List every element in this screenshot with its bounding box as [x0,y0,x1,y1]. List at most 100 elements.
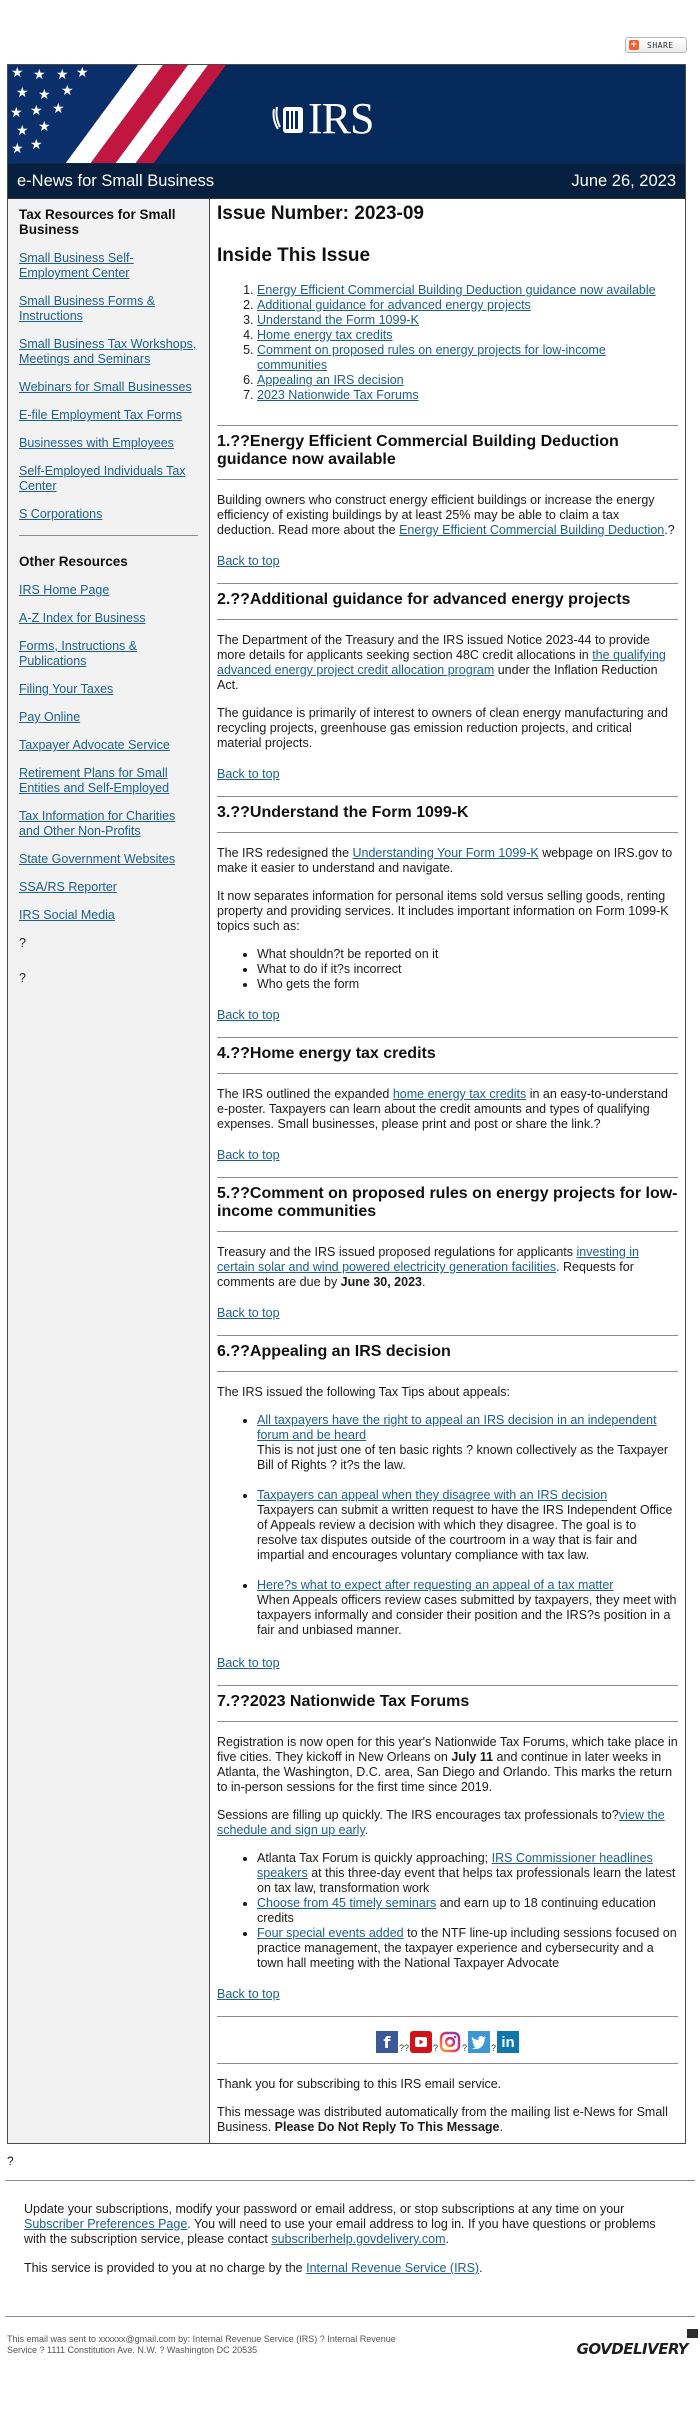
tax-tips-list: All taxpayers have the right to appeal a… [217,1413,678,1638]
section-divider [217,583,678,584]
share-button[interactable]: + SHARE [625,37,687,53]
sidebar-link[interactable]: Taxpayer Advocate Service [19,738,198,753]
toc-link[interactable]: Additional guidance for advanced energy … [257,298,531,312]
back-to-top-link[interactable]: Back to top [217,554,280,568]
section-paragraph: Building owners who construct energy eff… [217,493,678,538]
list-item: What to do if it?s incorrect [257,962,678,977]
article-link[interactable]: Understanding Your Form 1099-K [353,846,539,860]
section-title: 6.??Appealing an IRS decision [217,1343,451,1360]
sidebar-link[interactable]: Pay Online [19,710,198,725]
sidebar-link[interactable]: E-file Employment Tax Forms [19,408,198,423]
separator: ? [491,2043,497,2053]
instagram-icon[interactable] [439,2031,461,2053]
text: Sessions are filling up quickly. The IRS… [217,1808,619,1822]
header-banner: ★ ★ ★ ★ ★ ★ ★ ★ ★ ★ ★ ★ ★ ★ IRS [8,65,685,164]
facebook-icon[interactable]: f [375,2031,398,2053]
back-to-top-link[interactable]: Back to top [217,1008,280,1022]
sidebar-link[interactable]: IRS Home Page [19,583,198,598]
do-not-reply-text: Please Do Not Reply To This Message [274,2120,500,2134]
back-to-top-link[interactable]: Back to top [217,1148,280,1162]
list-item: Who gets the form [257,977,678,992]
toc-item: Understand the Form 1099-K [257,313,678,328]
thank-you-text: Thank you for subscribing to this IRS em… [217,2077,502,2091]
section-paragraph: The guidance is primarily of interest to… [217,706,668,750]
sidebar-link[interactable]: Self-Employed Individuals Tax Center [19,464,198,494]
section-paragraph: Registration is now open for this year's… [217,1735,678,1795]
back-to-top-link[interactable]: Back to top [217,1656,280,1670]
back-to-top-link[interactable]: Back to top [217,1987,280,2001]
forum-link[interactable]: Choose from 45 timely seminars [257,1896,436,1910]
youtube-icon[interactable] [409,2031,432,2053]
linkedin-icon[interactable]: in [497,2031,520,2053]
sidebar-link[interactable]: Filing Your Taxes [19,682,198,697]
main-content: Issue Number: 2023-09 Inside This Issue … [210,199,685,2143]
envelope-icon [687,2329,698,2338]
sidebar-link[interactable]: State Government Websites [19,852,198,867]
sidebar-link[interactable]: Small Business Forms & Instructions [19,294,198,324]
deadline-date: June 30, 2023 [340,1275,422,1289]
section-divider [217,479,678,480]
issue-number: Issue Number: 2023-09 [217,203,424,224]
text: . [479,2261,483,2275]
list-item: Four special events added to the NTF lin… [257,1926,678,1971]
text: .? [664,523,675,537]
share-area: + SHARE [0,0,700,64]
separator: ? [432,2043,438,2053]
text: Update your subscriptions, modify your p… [24,2202,625,2216]
section-divider [217,796,678,797]
list-item: Taxpayers can appeal when they disagree … [257,1488,678,1563]
toc-link[interactable]: Appealing an IRS decision [257,373,404,387]
tax-tip-link[interactable]: Here?s what to expect after requesting a… [257,1578,613,1592]
govdelivery-logo[interactable]: GOVDELIVERY [577,2329,698,2358]
sidebar-link[interactable]: Webinars for Small Businesses [19,380,198,395]
sidebar-link[interactable]: Small Business Tax Workshops, Meetings a… [19,337,198,367]
sidebar-link[interactable]: SSA/RS Reporter [19,880,198,895]
toc-link[interactable]: Understand the Form 1099-K [257,313,419,327]
sidebar-link[interactable]: Small Business Self-Employment Center [19,251,198,281]
list-item: Choose from 45 timely seminars and earn … [257,1896,678,1926]
tax-tip-link[interactable]: All taxpayers have the right to appeal a… [257,1413,657,1442]
list-item: All taxpayers have the right to appeal a… [257,1413,678,1473]
irs-logo: IRS [270,97,374,141]
sidebar-link[interactable]: S Corporations [19,507,198,522]
subscriber-preferences-link[interactable]: Subscriber Preferences Page [24,2217,187,2231]
svg-text:★: ★ [76,65,89,81]
sidebar-link[interactable]: Forms, Instructions & Publications [19,639,198,669]
camera-icon [439,2031,461,2053]
sidebar-link[interactable]: Retirement Plans for Small Entities and … [19,766,198,796]
toc-item: Additional guidance for advanced energy … [257,298,678,313]
section-divider [217,1721,678,1722]
toc-link[interactable]: 2023 Nationwide Tax Forums [257,388,419,402]
section-divider [217,1177,678,1178]
toc-link[interactable]: Home energy tax credits [257,328,392,342]
distribution-notice: This message was distributed automatical… [217,2105,678,2135]
sidebar-link[interactable]: Businesses with Employees [19,436,198,451]
section-paragraph: It now separates information for persona… [217,889,669,933]
article-link[interactable]: Energy Efficient Commercial Building Ded… [399,523,664,537]
svg-text:★: ★ [33,67,46,83]
svg-text:★: ★ [16,123,29,139]
irs-link[interactable]: Internal Revenue Service (IRS) [306,2261,479,2275]
section-divider [217,619,678,620]
section-paragraph: The IRS outlined the expanded home energ… [217,1087,678,1132]
forum-link[interactable]: Four special events added [257,1926,404,1940]
back-to-top-link[interactable]: Back to top [217,767,280,781]
text: This service is provided to you at no ch… [24,2261,307,2275]
text: . [499,2120,503,2134]
tax-tip-link[interactable]: Taxpayers can appeal when they disagree … [257,1488,607,1502]
twitter-icon[interactable] [468,2031,491,2053]
subscriber-help-link[interactable]: subscriberhelp.govdelivery.com [271,2232,445,2246]
forum-list: Atlanta Tax Forum is quickly approaching… [217,1851,678,1971]
svg-text:★: ★ [30,103,43,119]
sidebar-link[interactable]: A-Z Index for Business [19,611,198,626]
back-to-top-link[interactable]: Back to top [217,1306,280,1320]
article-link[interactable]: home energy tax credits [393,1087,526,1101]
section-divider [217,1231,678,1232]
issue-date: June 26, 2023 [571,171,676,190]
toc-link[interactable]: Energy Efficient Commercial Building Ded… [257,283,656,297]
sidebar-link[interactable]: Tax Information for Charities and Other … [19,809,198,839]
text: . [364,1823,369,1837]
toc-link[interactable]: Comment on proposed rules on energy proj… [257,343,606,372]
tax-tip-text: Taxpayers can submit a written request t… [257,1503,673,1562]
sidebar-link[interactable]: IRS Social Media [19,908,198,923]
